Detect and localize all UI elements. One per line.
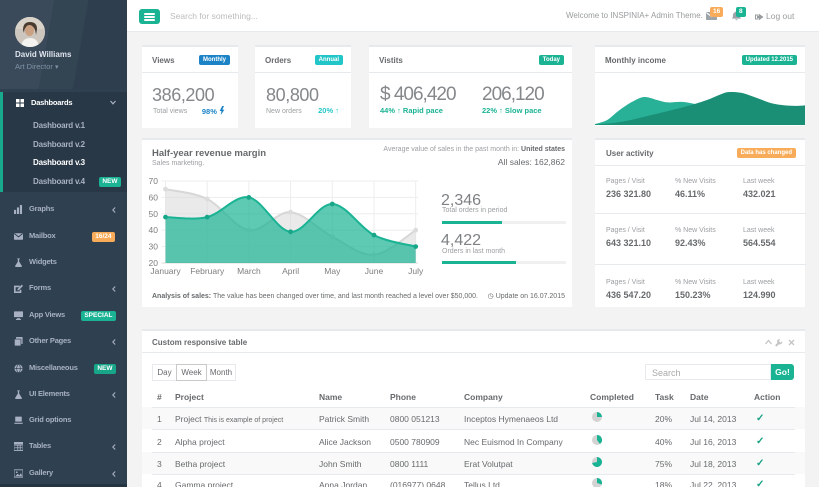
svg-text:50: 50 [149,209,159,219]
svg-text:30: 30 [149,242,159,252]
svg-text:February: February [190,266,225,276]
svg-text:June: June [365,266,384,276]
svg-text:April: April [282,266,299,276]
svg-text:July: July [408,266,424,276]
svg-text:40: 40 [149,225,159,235]
svg-text:60: 60 [149,192,159,202]
svg-text:January: January [150,266,181,276]
svg-text:70: 70 [149,176,159,186]
svg-text:March: March [237,266,261,276]
svg-text:May: May [324,266,341,276]
